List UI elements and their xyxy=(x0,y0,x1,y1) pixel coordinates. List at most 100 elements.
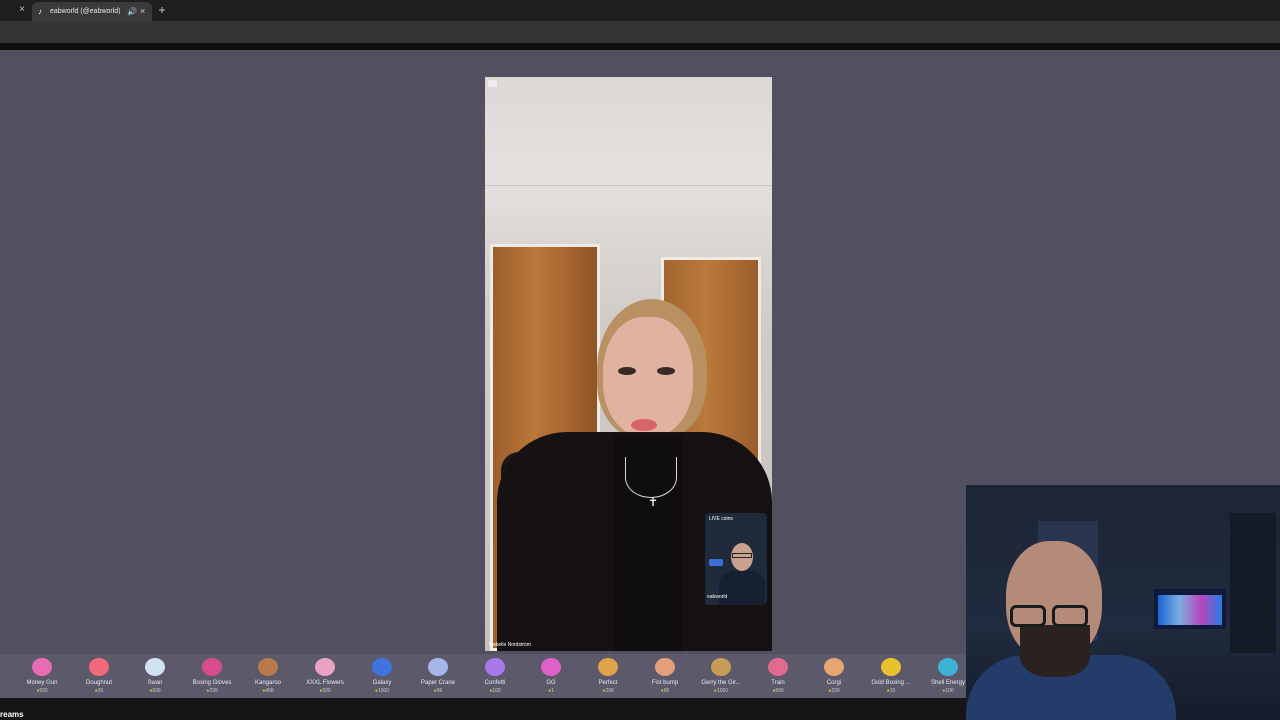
gift-price: ●1000 xyxy=(693,687,749,695)
gift-price: ●500 xyxy=(14,687,70,695)
gift-bar: Money Gun ●500 Doughnut ●30 Swan ●699 Boxing G… xyxy=(0,654,966,698)
gift-price-value: 10 xyxy=(889,688,896,694)
new-tab-button[interactable]: + xyxy=(156,3,168,17)
gift-item[interactable]: Shell Energy ●100 xyxy=(920,654,966,698)
gift-price-value: 100 xyxy=(492,688,501,694)
guest-label: LIVE coins xyxy=(709,516,733,522)
swan-icon xyxy=(145,658,165,676)
streamer-webcam-overlay xyxy=(966,485,1280,720)
kangaroo-icon xyxy=(258,658,278,676)
host-lips xyxy=(631,419,657,431)
guest-pip-video[interactable]: LIVE coins eabworld xyxy=(705,513,767,605)
gift-price: ●1 xyxy=(523,687,579,695)
gift-item[interactable]: Galaxy ●1000 xyxy=(354,654,410,698)
gift-item[interactable]: XXXL Flowers ●500 xyxy=(297,654,353,698)
doughnut-icon xyxy=(89,658,109,676)
gift-item[interactable]: Gold Boxing ... ●10 xyxy=(863,654,919,698)
gift-price: ●100 xyxy=(467,687,523,695)
guest-name: eabworld xyxy=(707,594,728,600)
guest-glasses xyxy=(732,553,752,558)
fist-bump-icon xyxy=(655,658,675,676)
gift-price-value: 1000 xyxy=(716,688,729,694)
tab-title: eabworld (@eabworld) is LIVE xyxy=(50,8,120,15)
gift-price: ●90 xyxy=(637,687,693,695)
gift-item[interactable]: Gerry the Gir... ●1000 xyxy=(693,654,749,698)
gift-price: ●299 xyxy=(184,687,240,695)
gift-price-value: 299 xyxy=(605,688,614,694)
gift-price: ●699 xyxy=(127,687,183,695)
boxing-gloves-icon xyxy=(202,658,222,676)
gift-price-value: 100 xyxy=(945,688,954,694)
gift-item[interactable]: Boxing Gloves ●299 xyxy=(184,654,240,698)
gift-item[interactable]: Confetti ●100 xyxy=(467,654,523,698)
gift-item[interactable]: Perfect ●299 xyxy=(580,654,636,698)
gift-price-value: 90 xyxy=(663,688,670,694)
page-top-bar xyxy=(0,43,1280,50)
gold-boxing-icon xyxy=(881,658,901,676)
gift-item[interactable]: GG ●1 xyxy=(523,654,579,698)
gift-price-value: 488 xyxy=(265,688,274,694)
gift-price-value: 99 xyxy=(436,688,443,694)
gift-price-value: 500 xyxy=(322,688,331,694)
webcam-glasses-right xyxy=(1052,605,1088,627)
galaxy-icon xyxy=(372,658,392,676)
gift-price: ●299 xyxy=(580,687,636,695)
gift-price-value: 299 xyxy=(209,688,218,694)
webcam-person-beard xyxy=(1020,625,1090,677)
webcam-glasses-left xyxy=(1010,605,1046,627)
webcam-shelf xyxy=(1230,513,1276,653)
shell-energy-icon xyxy=(938,658,958,676)
gift-price: ●488 xyxy=(240,687,296,695)
gift-item[interactable]: Paper Crane ●99 xyxy=(410,654,466,698)
tab-audio-icon[interactable]: 🔊 xyxy=(127,6,137,17)
close-tab-icon[interactable]: × xyxy=(17,4,27,16)
giraffe-icon xyxy=(711,658,731,676)
corgi-icon xyxy=(824,658,844,676)
active-tab[interactable]: ♪ eabworld (@eabworld) is LIVE 🔊 × xyxy=(32,2,152,21)
gift-item[interactable]: Corgi ●299 xyxy=(806,654,862,698)
gift-item[interactable]: Kangaroo ●488 xyxy=(240,654,296,698)
perfect-icon xyxy=(598,658,618,676)
host-necklace xyxy=(625,457,677,498)
gift-item[interactable]: Swan ●699 xyxy=(127,654,183,698)
gift-price: ●30 xyxy=(71,687,127,695)
streams-label: reams xyxy=(0,710,24,719)
gift-item[interactable]: Money Gun ●500 xyxy=(14,654,70,698)
gg-icon xyxy=(541,658,561,676)
flowers-icon xyxy=(315,658,335,676)
train-icon xyxy=(768,658,788,676)
gift-price-value: 299 xyxy=(831,688,840,694)
tiktok-favicon-icon: ♪ xyxy=(38,7,42,16)
video-ceiling xyxy=(485,185,772,186)
gift-price: ●100 xyxy=(920,687,966,695)
gift-price: ●899 xyxy=(750,687,806,695)
bottom-strip xyxy=(0,698,966,720)
gift-item[interactable]: Fist bump ●90 xyxy=(637,654,693,698)
host-name: Isabelle Nordström xyxy=(489,642,531,648)
confetti-icon xyxy=(485,658,505,676)
paper-crane-icon xyxy=(428,658,448,676)
money-gun-icon xyxy=(32,658,52,676)
tab-close-icon[interactable]: × xyxy=(140,6,150,17)
gift-price-value: 699 xyxy=(152,688,161,694)
cross-pendant-icon: ✝ xyxy=(648,495,659,509)
gift-price-value: 899 xyxy=(775,688,784,694)
gift-item[interactable]: Doughnut ●30 xyxy=(71,654,127,698)
webcam-tv-screen xyxy=(1158,595,1222,625)
gift-price: ●10 xyxy=(863,687,919,695)
browser-tab-bar: × ♪ eabworld (@eabworld) is LIVE 🔊 × + xyxy=(0,0,1280,21)
gift-price-value: 500 xyxy=(39,688,48,694)
gift-price: ●500 xyxy=(297,687,353,695)
gift-price: ●99 xyxy=(410,687,466,695)
browser-toolbar xyxy=(0,21,1280,43)
gift-price-value: 30 xyxy=(97,688,104,694)
gift-item[interactable]: Train ●899 xyxy=(750,654,806,698)
live-video-player[interactable]: ✝ Isabelle Nordström LIVE coins eabworld xyxy=(485,77,772,651)
gift-price-value: 1000 xyxy=(377,688,390,694)
gift-price: ●299 xyxy=(806,687,862,695)
camera-icon[interactable] xyxy=(488,80,497,87)
host-eye-right xyxy=(657,367,675,375)
host-eye-left xyxy=(618,367,636,375)
guest-badge xyxy=(709,559,723,566)
gift-price-value: 1 xyxy=(551,688,554,694)
